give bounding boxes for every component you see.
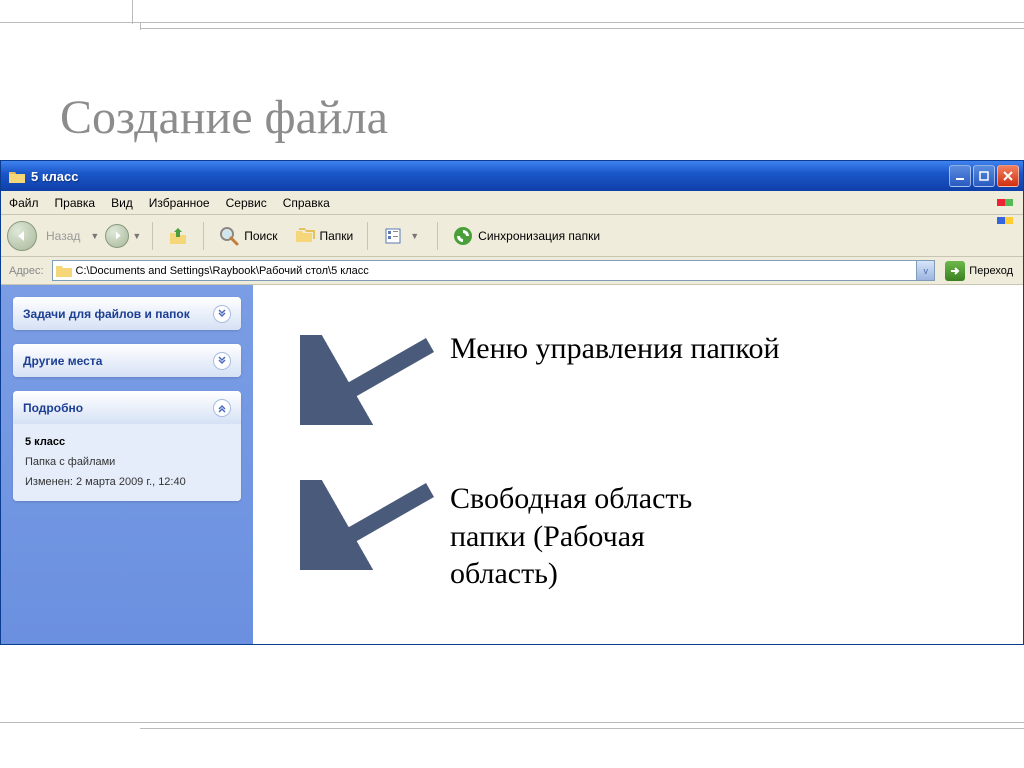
menu-view[interactable]: Вид (103, 194, 141, 212)
other-places-header: Другие места (23, 354, 102, 368)
forward-drop-icon[interactable]: ▼ (132, 231, 141, 241)
up-button[interactable] (160, 220, 196, 252)
maximize-button[interactable] (973, 165, 995, 187)
addressbar: Адрес: C:\Documents and Settings\Raybook… (1, 257, 1023, 285)
go-arrow-icon (945, 261, 965, 281)
tasks-panel-header: Задачи для файлов и папок (23, 307, 190, 321)
slide-bottom-decoration (0, 722, 1024, 723)
expand-icon[interactable] (213, 305, 231, 323)
forward-button[interactable] (105, 224, 129, 248)
sync-button[interactable]: Синхронизация папки (445, 220, 607, 252)
sidepane: Задачи для файлов и папок Другие места (1, 285, 253, 644)
menu-tools[interactable]: Сервис (218, 194, 275, 212)
details-type: Папка с файлами (25, 454, 229, 471)
slide-title: Создание файла (60, 90, 388, 145)
folder-icon (9, 170, 25, 183)
window-title: 5 класс (31, 169, 78, 184)
menubar: Файл Правка Вид Избранное Сервис Справка (1, 191, 1023, 215)
tasks-panel: Задачи для файлов и папок (13, 297, 241, 330)
sync-label: Синхронизация папки (478, 229, 600, 243)
go-button[interactable]: Переход (939, 259, 1019, 283)
toolbar: Назад ▼ ▼ Поиск (1, 215, 1023, 257)
close-button[interactable] (997, 165, 1019, 187)
address-value: C:\Documents and Settings\Raybook\Рабочи… (76, 265, 917, 277)
details-name: 5 класс (25, 434, 229, 451)
go-label: Переход (969, 265, 1013, 277)
views-icon (382, 225, 404, 247)
address-dropdown-icon[interactable]: v (916, 261, 934, 280)
details-header: Подробно (23, 401, 83, 415)
minimize-button[interactable] (949, 165, 971, 187)
back-label: Назад (39, 224, 87, 248)
folder-icon (56, 264, 72, 277)
collapse-icon[interactable] (213, 399, 231, 417)
views-button[interactable]: ▼ (375, 220, 430, 252)
back-drop-icon[interactable]: ▼ (90, 231, 99, 241)
address-field[interactable]: C:\Documents and Settings\Raybook\Рабочи… (52, 260, 936, 281)
search-button[interactable]: Поиск (211, 220, 284, 252)
up-folder-icon (167, 225, 189, 247)
menu-help[interactable]: Справка (275, 194, 338, 212)
slide-bottom-decoration-2 (140, 728, 1024, 729)
address-label: Адрес: (5, 265, 48, 277)
arrow-2 (300, 480, 440, 570)
back-button[interactable] (7, 221, 37, 251)
other-places-panel: Другие места (13, 344, 241, 377)
folders-button[interactable]: Папки (287, 220, 361, 252)
slide-top-decoration (0, 0, 1024, 40)
menu-file[interactable]: Файл (1, 194, 47, 212)
menu-edit[interactable]: Правка (47, 194, 104, 212)
search-label: Поиск (244, 229, 277, 243)
expand-icon[interactable] (213, 352, 231, 370)
annotation-workspace: Свободная область папки (Рабочая область… (450, 480, 692, 593)
search-icon (218, 225, 240, 247)
folders-icon (294, 225, 316, 247)
details-modified: Изменен: 2 марта 2009 г., 12:40 (25, 474, 229, 491)
titlebar[interactable]: 5 класс (1, 161, 1023, 191)
windows-logo-icon (997, 193, 1017, 211)
folders-label: Папки (320, 229, 354, 243)
arrow-1 (300, 335, 440, 425)
annotation-menu: Меню управления папкой (450, 330, 780, 368)
sync-icon (452, 225, 474, 247)
details-panel: Подробно 5 класс Папка с файлами Изменен… (13, 391, 241, 501)
menu-favorites[interactable]: Избранное (141, 194, 218, 212)
